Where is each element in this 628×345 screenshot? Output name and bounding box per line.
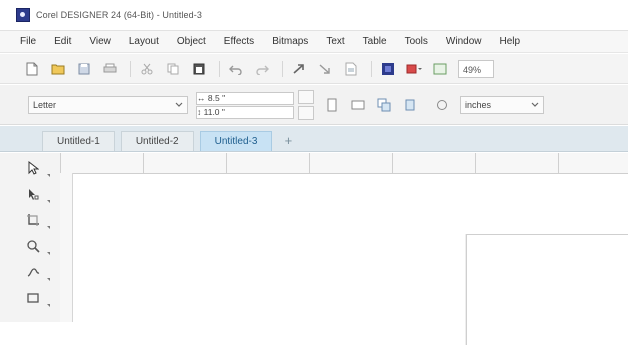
- open-icon[interactable]: [50, 61, 66, 77]
- portrait-orientation-icon[interactable]: [324, 97, 340, 113]
- toolbar-separator: [219, 60, 220, 77]
- tab-untitled-1[interactable]: Untitled-1: [42, 131, 115, 151]
- width-icon: ↔: [197, 92, 208, 103]
- all-pages-icon[interactable]: [376, 97, 392, 113]
- toolbar-separator: [282, 60, 283, 77]
- publish-pdf-icon[interactable]: [343, 61, 359, 77]
- cut-icon[interactable]: [139, 61, 155, 77]
- property-bar: Letter ↔ 8.5 " ↕ 11.0 " inches: [0, 85, 628, 125]
- color-palette-icon[interactable]: [406, 61, 422, 77]
- toolbar-separator: [371, 60, 372, 77]
- height-stepper[interactable]: [298, 105, 314, 120]
- chevron-down-icon: [175, 102, 183, 107]
- import-icon[interactable]: [291, 61, 307, 77]
- units-inches-height: ": [219, 106, 225, 117]
- freehand-tool-icon[interactable]: [22, 261, 50, 283]
- current-page-icon[interactable]: [402, 97, 418, 113]
- menu-view[interactable]: View: [89, 36, 111, 47]
- menu-layout[interactable]: Layout: [129, 36, 159, 47]
- vertical-ruler[interactable]: [60, 173, 73, 322]
- page-size-dropdown[interactable]: Letter: [28, 95, 188, 114]
- toolbox: [0, 153, 61, 322]
- page-size-value: Letter: [33, 99, 57, 110]
- title-bar: Corel DESIGNER 24 (64-Bit) - Untitled-3: [0, 0, 628, 31]
- window-title: Corel DESIGNER 24 (64-Bit) - Untitled-3: [36, 10, 202, 20]
- menu-effects[interactable]: Effects: [224, 36, 254, 47]
- menu-text[interactable]: Text: [326, 36, 344, 47]
- menu-table[interactable]: Table: [363, 36, 387, 47]
- page-height-field[interactable]: ↕ 11.0 ": [196, 105, 294, 119]
- shape-tool-icon[interactable]: [22, 183, 50, 205]
- undo-icon[interactable]: [228, 61, 244, 77]
- page-width-field[interactable]: ↔ 8.5 ": [196, 91, 294, 105]
- document-page[interactable]: [466, 234, 628, 345]
- save-icon[interactable]: [76, 61, 92, 77]
- rectangle-tool-icon[interactable]: [22, 287, 50, 309]
- tab-untitled-2[interactable]: Untitled-2: [120, 131, 194, 151]
- width-stepper[interactable]: [298, 89, 314, 104]
- menu-window[interactable]: Window: [446, 36, 482, 47]
- menu-bitmaps[interactable]: Bitmaps: [272, 36, 308, 47]
- chevron-down-icon: [531, 102, 539, 107]
- app-launcher-icon[interactable]: [380, 61, 396, 77]
- tab-untitled-3[interactable]: Untitled-3: [199, 131, 273, 151]
- copy-icon[interactable]: [165, 61, 181, 77]
- landscape-orientation-icon[interactable]: [350, 97, 366, 113]
- zoom-tool-icon[interactable]: [22, 235, 50, 257]
- horizontal-ruler[interactable]: [60, 153, 628, 174]
- export-icon[interactable]: [317, 61, 333, 77]
- page-dimensions: ↔ 8.5 " ↕ 11.0 ": [196, 91, 294, 119]
- units-icon: [434, 97, 450, 113]
- print-icon[interactable]: [102, 61, 118, 77]
- pick-tool-icon[interactable]: [22, 157, 50, 179]
- new-tab-button[interactable]: +: [278, 131, 298, 151]
- new-document-icon[interactable]: [24, 61, 40, 77]
- corel-designer-logo-icon: [16, 8, 30, 22]
- drawing-canvas[interactable]: [73, 174, 628, 345]
- dimension-steppers: [298, 89, 314, 121]
- zoom-level-icon[interactable]: [432, 61, 448, 77]
- redo-icon[interactable]: [254, 61, 270, 77]
- menu-help[interactable]: Help: [500, 36, 521, 47]
- menu-edit[interactable]: Edit: [54, 36, 71, 47]
- toolbar-separator: [130, 60, 131, 77]
- menu-object[interactable]: Object: [177, 36, 206, 47]
- units-dropdown[interactable]: inches: [460, 95, 544, 114]
- height-icon: ↕: [197, 106, 204, 117]
- paste-icon[interactable]: [191, 61, 207, 77]
- menu-tools[interactable]: Tools: [405, 36, 428, 47]
- crop-tool-icon[interactable]: [22, 209, 50, 231]
- units-value: inches: [465, 99, 492, 110]
- document-tab-strip: Untitled-1 Untitled-2 Untitled-3 +: [0, 126, 628, 152]
- standard-toolbar: 49%: [0, 54, 628, 84]
- menu-file[interactable]: File: [20, 36, 36, 47]
- menu-bar: File Edit View Layout Object Effects Bit…: [0, 31, 628, 53]
- zoom-level-field[interactable]: 49%: [458, 59, 494, 78]
- units-inches-width: ": [219, 92, 226, 103]
